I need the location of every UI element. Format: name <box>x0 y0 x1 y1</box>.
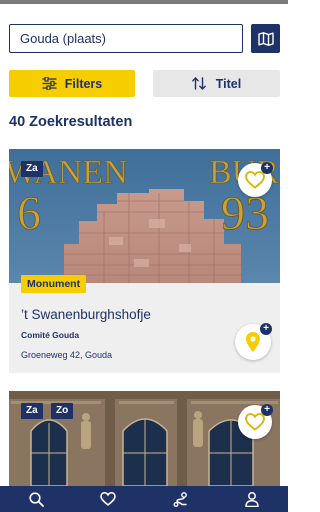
nav-favorites[interactable] <box>72 486 144 512</box>
add-to-route-button[interactable]: + <box>235 323 272 360</box>
sort-arrows-icon <box>191 77 206 90</box>
card-image <box>9 391 280 486</box>
image-letters: 6 <box>17 187 41 240</box>
filters-label: Filters <box>64 76 103 91</box>
map-button[interactable] <box>251 24 280 53</box>
bottom-nav <box>0 486 288 512</box>
plus-badge-icon: + <box>261 404 273 416</box>
filters-button[interactable]: Filters <box>9 70 135 97</box>
card-address: Groeneweg 42, Gouda <box>21 350 113 360</box>
day-badge: Za <box>21 403 43 419</box>
nav-profile[interactable] <box>216 486 288 512</box>
map-pin-plus-icon <box>246 332 260 352</box>
status-strip <box>0 0 288 4</box>
category-tag: Monument <box>21 275 87 293</box>
toolbar: Filters Titel <box>9 70 280 97</box>
nav-search[interactable] <box>0 486 72 512</box>
heart-plus-icon <box>245 413 265 431</box>
card-organizer: Comité Gouda <box>21 330 80 340</box>
card-title[interactable]: ’t Swanenburghshofje <box>21 307 151 322</box>
sort-label: Titel <box>215 76 242 91</box>
search-row: Gouda (plaats) <box>9 24 280 53</box>
heart-icon <box>100 492 116 506</box>
plus-badge-icon: + <box>261 162 273 174</box>
result-count: 40 Zoekresultaten <box>9 114 133 130</box>
user-icon <box>245 491 259 507</box>
day-badge: Za <box>21 161 43 177</box>
result-card[interactable]: Za Zo + <box>9 391 280 486</box>
nav-route[interactable] <box>144 486 216 512</box>
favorite-button[interactable]: + <box>238 162 273 197</box>
result-card[interactable]: WANEN BUR 6 93 Za + Monument ’t Swanenbu… <box>9 149 280 373</box>
day-badge: Zo <box>51 403 74 419</box>
sort-button[interactable]: Titel <box>153 70 280 97</box>
card-image: WANEN BUR 6 93 <box>9 149 280 283</box>
map-icon <box>257 31 274 46</box>
plus-badge-icon: + <box>260 323 272 335</box>
route-icon <box>173 491 187 507</box>
sliders-icon <box>42 77 57 90</box>
search-input[interactable]: Gouda (plaats) <box>9 24 243 53</box>
search-icon <box>28 491 44 507</box>
favorite-button[interactable]: + <box>238 404 273 439</box>
heart-plus-icon <box>245 171 265 189</box>
